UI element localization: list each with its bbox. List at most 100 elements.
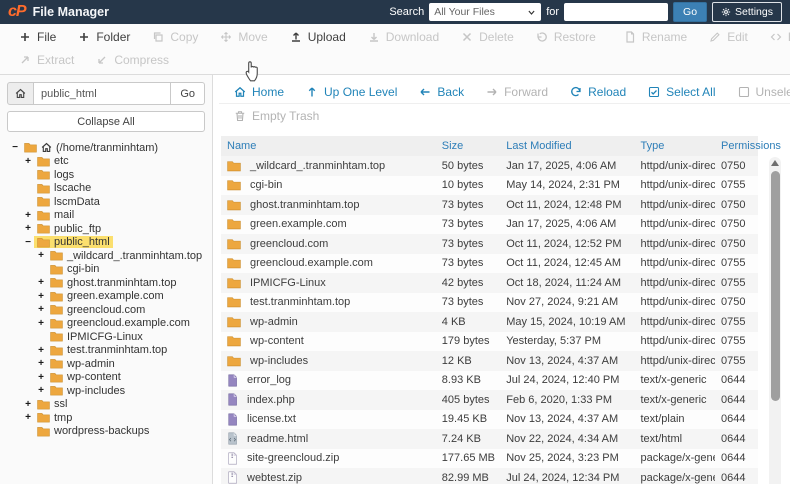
tree-item-logs[interactable]: logs xyxy=(7,168,205,182)
tree-item-ghost-tranminhtam-top[interactable]: + ghost.tranminhtam.top xyxy=(7,276,205,290)
scrollbar-thumb[interactable] xyxy=(770,171,780,401)
table-row[interactable]: site-greencloud.zip 177.65 MB Nov 25, 2024… xyxy=(221,448,758,468)
tree-item-inner: _wildcard_.tranminhtam.top xyxy=(47,250,205,262)
scrollbar-up-arrow-icon[interactable] xyxy=(771,160,779,166)
expand-icon[interactable]: + xyxy=(24,399,32,410)
file-modified: May 15, 2024, 10:19 AM xyxy=(506,315,626,328)
tree-item-lscache[interactable]: lscache xyxy=(7,182,205,196)
tree-item-ssl[interactable]: + ssl xyxy=(7,398,205,412)
table-row[interactable]: wp-includes 12 KB Nov 13, 2024, 4:37 AM htt… xyxy=(221,351,758,371)
tree-item-mail[interactable]: + mail xyxy=(7,209,205,223)
file-type: httpd/unix-directory xyxy=(640,179,716,192)
tree-item-public-ftp[interactable]: + public_ftp xyxy=(7,222,205,236)
expand-icon[interactable]: + xyxy=(37,304,45,315)
tree-item-wildcard-tranminhtam-top[interactable]: + _wildcard_.tranminhtam.top xyxy=(7,249,205,263)
column-header-name[interactable]: Name xyxy=(221,136,436,156)
tree-item-etc[interactable]: + etc xyxy=(7,155,205,169)
toolbar-file-button[interactable]: File xyxy=(8,30,67,44)
file-modified: Nov 25, 2024, 3:23 PM xyxy=(506,452,619,465)
expand-icon[interactable]: + xyxy=(24,210,32,221)
expand-icon[interactable]: + xyxy=(24,223,32,234)
expand-icon[interactable]: + xyxy=(24,156,32,167)
nav-back-button[interactable]: Back xyxy=(408,85,475,99)
table-row[interactable]: wp-admin 4 KB May 15, 2024, 10:19 AM httpd/… xyxy=(221,312,758,332)
search-input[interactable] xyxy=(564,3,669,21)
folder-icon xyxy=(37,210,50,221)
nav-link-label: Home xyxy=(252,84,285,99)
folder-icon xyxy=(37,412,50,423)
table-row[interactable]: ghost.tranminhtam.top 73 bytes Oct 11, 202… xyxy=(221,195,758,215)
table-row[interactable]: wp-content 179 bytes Yesterday, 5:37 PM htt… xyxy=(221,331,758,351)
for-label: for xyxy=(546,6,560,18)
tree-item-green-example-com[interactable]: + green.example.com xyxy=(7,290,205,304)
nav-home-button[interactable]: Home xyxy=(223,85,295,99)
folder-icon xyxy=(227,277,241,289)
table-row[interactable]: IPMICFG-Linux 42 bytes Oct 18, 2024, 11:24… xyxy=(221,273,758,293)
tree-item-wp-admin[interactable]: + wp-admin xyxy=(7,357,205,371)
file-name-cell: IPMICFG-Linux xyxy=(227,277,430,289)
tree-item-wordpress-backups[interactable]: wordpress-backups xyxy=(7,425,205,439)
tree-item-home-tranminhtam[interactable]: − (/home/tranminhtam) xyxy=(7,141,205,155)
table-row[interactable]: license.txt 19.45 KB Nov 13, 2024, 4:37 AM… xyxy=(221,409,758,429)
table-row[interactable]: test.tranminhtam.top 73 bytes Nov 27, 2024… xyxy=(221,292,758,312)
table-row[interactable]: readme.html 7.24 KB Nov 22, 2024, 4:34 AM t… xyxy=(221,429,758,449)
expand-icon[interactable]: + xyxy=(37,250,45,261)
expand-icon[interactable]: + xyxy=(37,372,45,383)
expand-icon[interactable]: + xyxy=(37,345,45,356)
toolbar-upload-button[interactable]: Upload xyxy=(279,30,357,44)
table-row[interactable]: cgi-bin 10 bytes May 14, 2024, 2:31 PM http… xyxy=(221,175,758,195)
search-go-button[interactable]: Go xyxy=(673,2,708,22)
toolbar-button-label: Rename xyxy=(641,29,688,44)
folder-icon xyxy=(227,218,241,230)
column-header-size[interactable]: Size xyxy=(435,136,501,156)
toolbar-folder-button[interactable]: Folder xyxy=(67,30,141,44)
tree-item-greencloud-com[interactable]: + greencloud.com xyxy=(7,303,205,317)
table-row[interactable]: index.php 405 bytes Feb 6, 2020, 1:33 PM te… xyxy=(221,390,758,410)
nav-select-all-button[interactable]: Select All xyxy=(637,85,726,99)
column-header-type[interactable]: Type xyxy=(634,136,716,156)
tree-item-public-html[interactable]: − public_html xyxy=(7,236,205,250)
expand-icon[interactable]: + xyxy=(37,291,45,302)
file-size: 50 bytes xyxy=(441,159,484,172)
collapse-all-button[interactable]: Collapse All xyxy=(7,111,205,132)
file-perms: 0644 xyxy=(721,393,746,406)
file-name-cell: wp-content xyxy=(227,335,430,347)
nav-reload-button[interactable]: Reload xyxy=(559,85,637,99)
collapse-icon[interactable]: − xyxy=(24,237,32,248)
tree-item-wp-includes[interactable]: + wp-includes xyxy=(7,384,205,398)
expand-icon[interactable]: + xyxy=(37,277,45,288)
nav-up-one-level-button[interactable]: Up One Level xyxy=(295,85,408,99)
path-go-button[interactable]: Go xyxy=(171,82,205,105)
file-perms: 0644 xyxy=(721,413,746,426)
table-row[interactable]: greencloud.example.com 73 bytes Oct 11, 20… xyxy=(221,253,758,273)
tree-item-lscmdata[interactable]: lscmData xyxy=(7,195,205,209)
tree-item-ipmicfg-linux[interactable]: IPMICFG-Linux xyxy=(7,330,205,344)
expand-icon[interactable]: + xyxy=(24,412,32,423)
table-row[interactable]: green.example.com 73 bytes Jan 17, 2025, 4… xyxy=(221,214,758,234)
search-scope-select[interactable]: All Your Files xyxy=(429,3,542,21)
file-type: httpd/unix-directory xyxy=(640,335,716,348)
settings-button[interactable]: Settings xyxy=(712,2,782,22)
tree-item-test-tranminhtam-top[interactable]: + test.tranminhtam.top xyxy=(7,344,205,358)
path-input[interactable] xyxy=(34,82,172,105)
column-header-permissions[interactable]: Permissions xyxy=(715,136,781,156)
header-search-area: Search All Your Files for Go Settings xyxy=(389,2,782,22)
column-header-last-modified[interactable]: Last Modified xyxy=(500,136,635,156)
tree-item-cgi-bin[interactable]: cgi-bin xyxy=(7,263,205,277)
collapse-icon[interactable]: − xyxy=(11,142,19,153)
table-row[interactable]: error_log 8.93 KB Jul 24, 2024, 12:40 PM te… xyxy=(221,370,758,390)
tree-item-greencloud-example-com[interactable]: + greencloud.example.com xyxy=(7,317,205,331)
table-row[interactable]: _wildcard_.tranminhtam.top 50 bytes Jan 17… xyxy=(221,156,758,176)
expand-icon[interactable]: + xyxy=(37,318,45,329)
tree-item-tmp[interactable]: + tmp xyxy=(7,411,205,425)
expand-icon[interactable]: + xyxy=(37,385,45,396)
table-scrollbar[interactable] xyxy=(769,157,781,484)
tree-item-label: green.example.com xyxy=(67,290,164,303)
folder-icon xyxy=(50,250,63,261)
tree-item-wp-content[interactable]: + wp-content xyxy=(7,371,205,385)
table-row[interactable]: greencloud.com 73 bytes Oct 11, 2024, 12:5… xyxy=(221,234,758,254)
file-name-cell: _wildcard_.tranminhtam.top xyxy=(227,160,430,172)
expand-icon[interactable]: + xyxy=(37,358,45,369)
sidebar-home-button[interactable] xyxy=(7,82,34,105)
table-row[interactable]: webtest.zip 82.99 MB Jul 24, 2024, 12:34 P… xyxy=(221,468,758,484)
